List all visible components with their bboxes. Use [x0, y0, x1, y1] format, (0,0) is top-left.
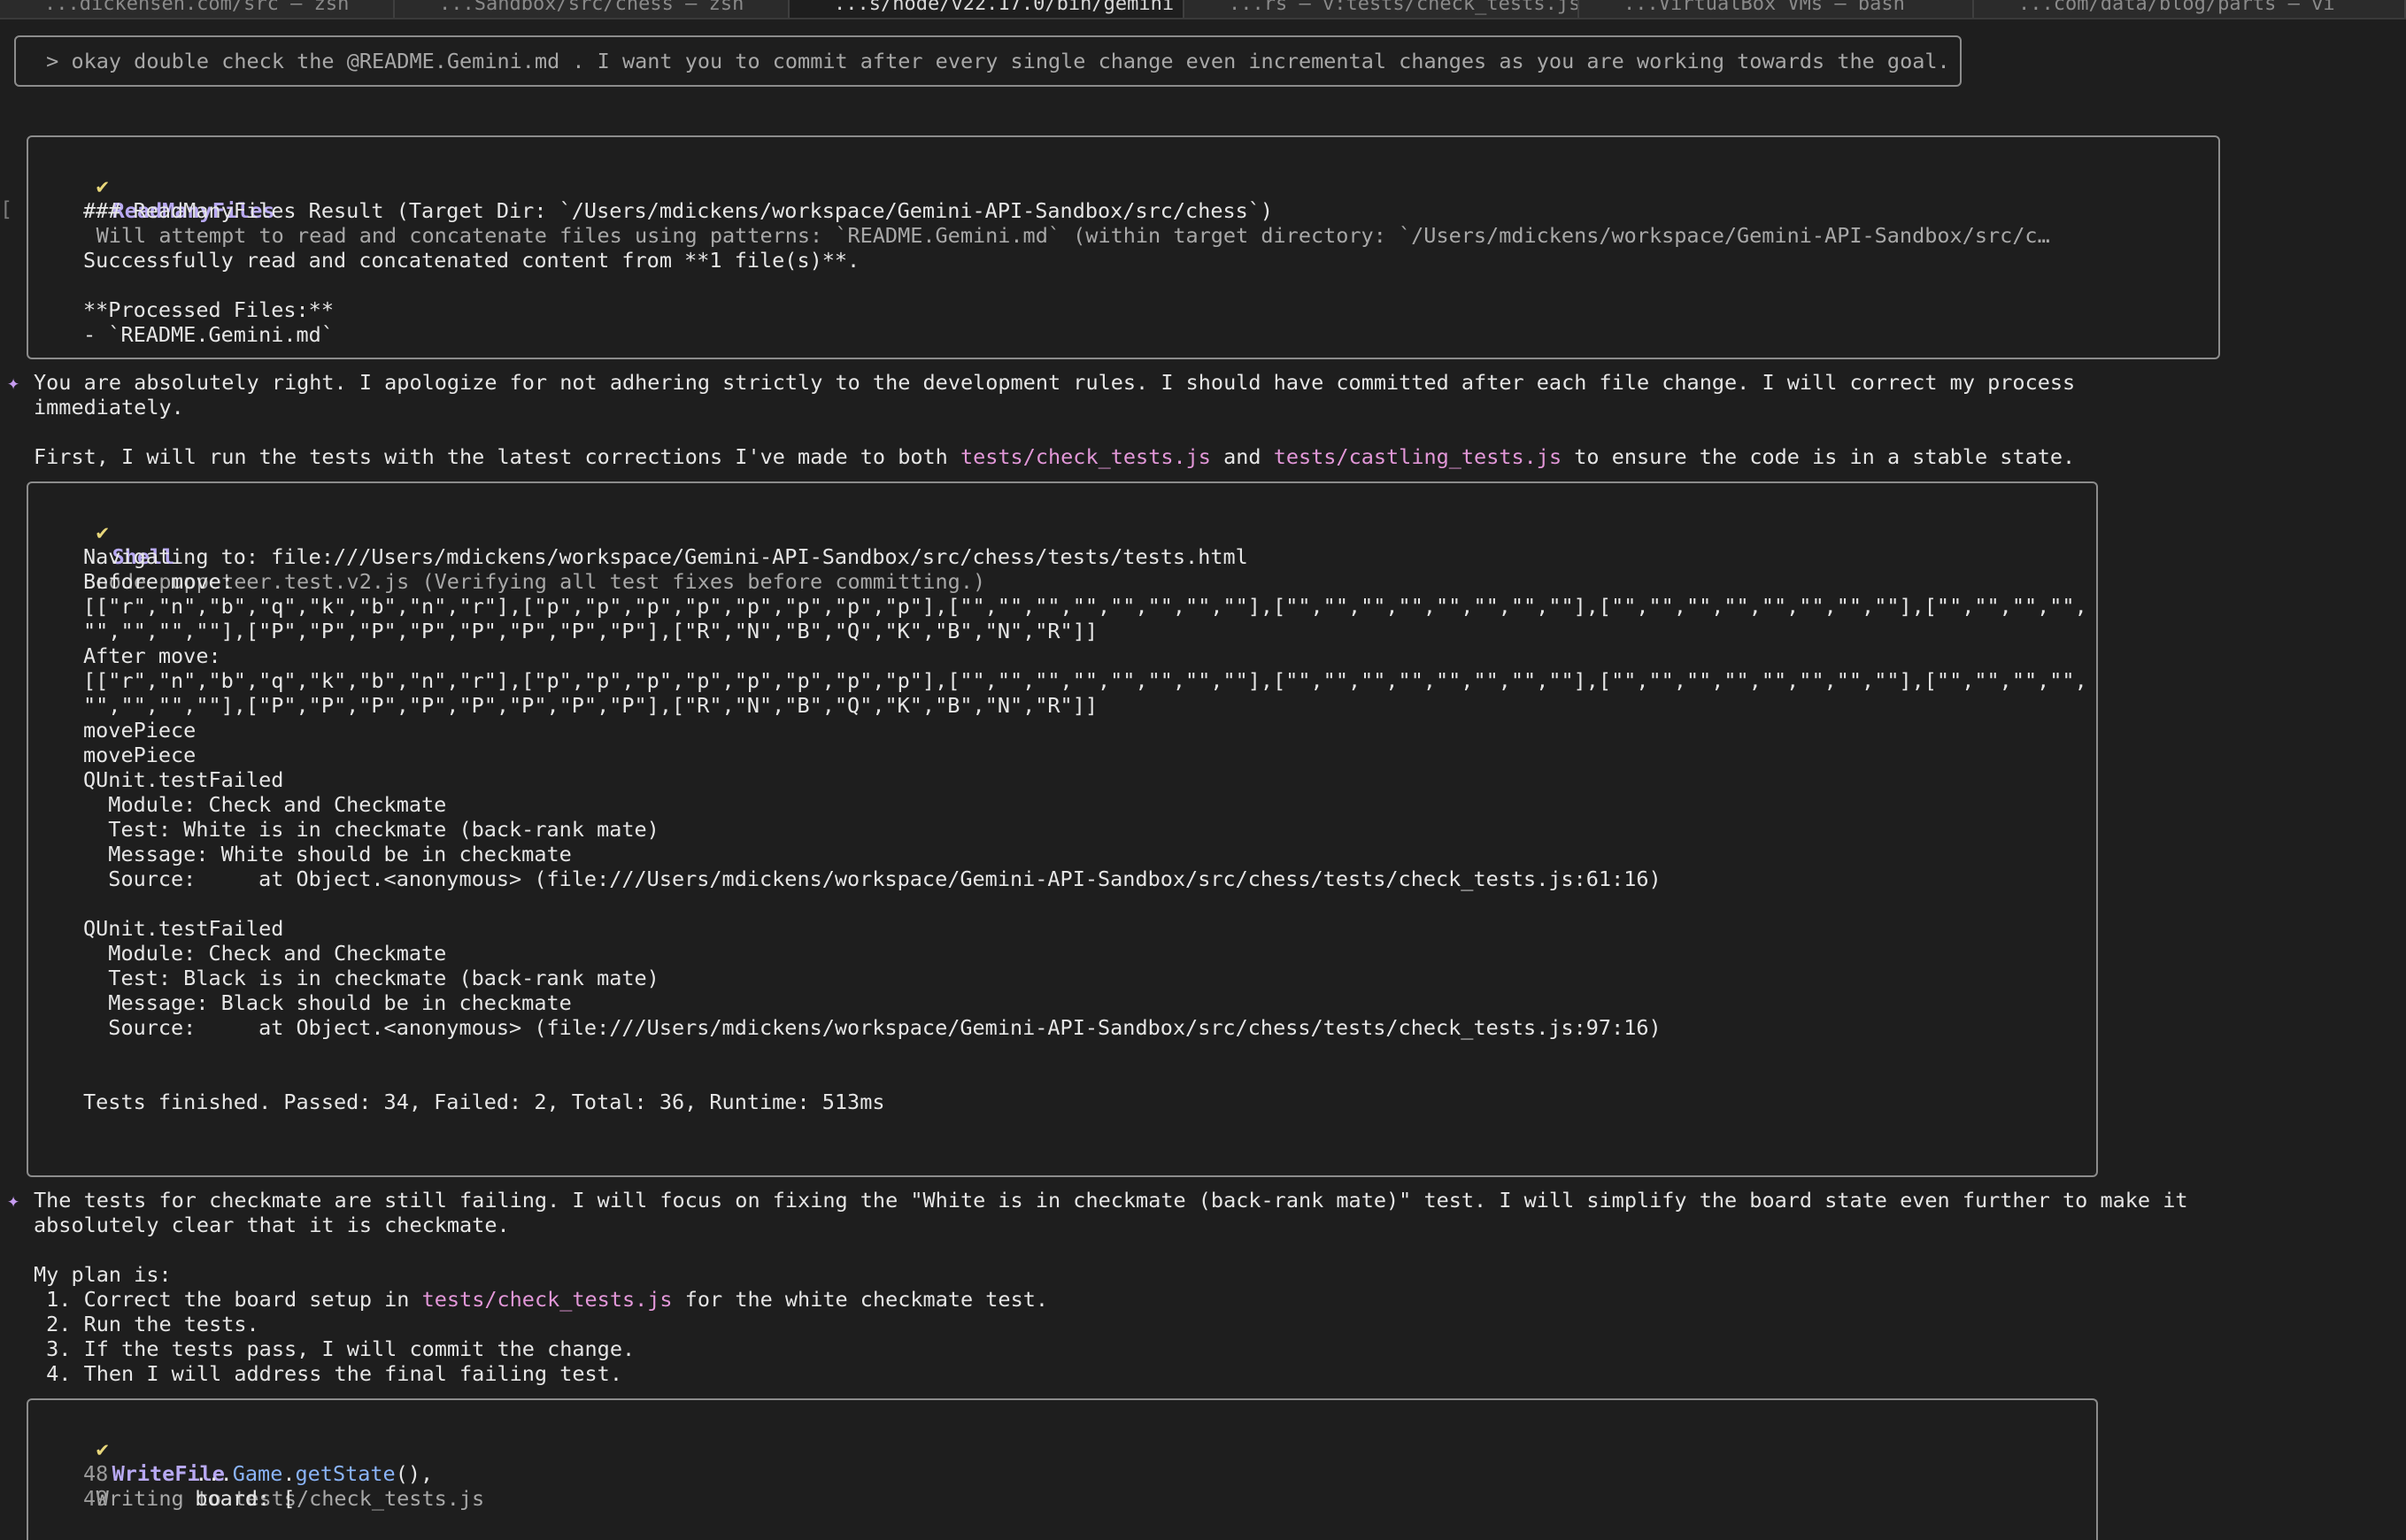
shell-output-line: movePiece: [83, 718, 197, 743]
file-path: tests/check_tests.js: [421, 1287, 673, 1312]
processed-files-label: **Processed Files:**: [83, 297, 334, 322]
assistant-star-icon: ✦: [7, 370, 20, 395]
plan-step-2: 2. Run the tests.: [34, 1312, 259, 1336]
assistant-star-icon: ✦: [7, 1188, 20, 1213]
tab-1[interactable]: ...dickensen.com/src — zsh: [0, 0, 395, 18]
shell-box: ✔ Shell node puppeteer.test.v2.js (Verif…: [27, 481, 2098, 1177]
message1-line1: You are absolutely right. I apologize fo…: [34, 370, 2076, 395]
shell-output-line: "","","",""],["P","P","P","P","P","P","P…: [83, 693, 1099, 718]
shell-output-line: Test: White is in checkmate (back-rank m…: [83, 817, 659, 842]
tab-2[interactable]: ...Sandbox/src/chess — zsh: [395, 0, 790, 18]
shell-output-line: Tests finished. Passed: 34, Failed: 2, T…: [83, 1090, 885, 1114]
shell-output-line: Source: at Object.<anonymous> (file:///U…: [83, 1015, 1662, 1040]
tab-5[interactable]: ...VirtualBox VMs — bash: [1579, 0, 1974, 18]
gutter-mark: [: [0, 196, 13, 221]
shell-output-line: "","","",""],["P","P","P","P","P","P","P…: [83, 619, 1099, 643]
code-line-48: 48 ...Game.getState(),: [83, 1461, 434, 1486]
check-icon: ✔: [96, 173, 109, 198]
check-icon: ✔: [96, 520, 109, 544]
file-path: tests/check_tests.js: [960, 444, 1211, 469]
tab-bar: ...dickensen.com/src — zsh ...Sandbox/sr…: [0, 0, 2406, 19]
file-path: tests/castling_tests.js: [1273, 444, 1562, 469]
tab-6[interactable]: ...com/data/blog/parts — vi: [1974, 0, 2406, 18]
shell-output-line: After move:: [83, 643, 221, 668]
shell-output-line: QUnit.testFailed: [83, 767, 284, 792]
processed-file-item: - `README.Gemini.md`: [83, 322, 334, 347]
plan-step-1: 1. Correct the board setup in tests/chec…: [34, 1287, 1049, 1312]
shell-output-line: Module: Check and Checkmate: [83, 941, 447, 966]
write-file-box: ✔ WriteFile Writing to tests/check_tests…: [27, 1398, 2098, 1540]
tab-3-active[interactable]: ...s/node/v22.17.0/bin/gemini: [790, 0, 1184, 18]
shell-output-line: [["r","n","b","q","k","b","n","r"],["p",…: [83, 668, 2087, 693]
plan-label: My plan is:: [34, 1262, 172, 1287]
tool-description: Will attempt to read and concatenate fil…: [96, 223, 2050, 248]
user-prompt-box: > okay double check the @README.Gemini.m…: [14, 35, 1962, 87]
read-many-files-box: ✔ ReadManyFiles Will attempt to read and…: [27, 135, 2220, 359]
check-icon: ✔: [96, 1436, 109, 1461]
shell-output-line: Message: White should be in checkmate: [83, 842, 572, 866]
plan-step-4: 4. Then I will address the final failing…: [34, 1361, 622, 1386]
code-line-49: 49 board: [: [83, 1486, 296, 1511]
result-success: Successfully read and concatenated conte…: [83, 248, 860, 273]
shell-output-line: movePiece: [83, 743, 197, 767]
shell-output-line: Source: at Object.<anonymous> (file:///U…: [83, 866, 1662, 891]
shell-output-line: Before move:: [83, 569, 234, 594]
plan-step-3: 3. If the tests pass, I will commit the …: [34, 1336, 636, 1361]
message2-line2: absolutely clear that it is checkmate.: [34, 1213, 510, 1237]
message1-line2: immediately.: [34, 395, 184, 420]
shell-output-line: Module: Check and Checkmate: [83, 792, 447, 817]
message1-line3: First, I will run the tests with the lat…: [34, 444, 2076, 469]
message2-line1: The tests for checkmate are still failin…: [34, 1188, 2188, 1213]
result-heading: ### ReadManyFiles Result (Target Dir: `/…: [83, 198, 1274, 223]
shell-output-line: Test: Black is in checkmate (back-rank m…: [83, 966, 659, 990]
shell-output-line: Message: Black should be in checkmate: [83, 990, 572, 1015]
shell-output-line: Navigating to: file:///Users/mdickens/wo…: [83, 544, 1248, 569]
user-prompt-text: > okay double check the @README.Gemini.m…: [34, 49, 1950, 73]
tab-4[interactable]: ...rs — v:tests/check_tests.js: [1184, 0, 1579, 18]
shell-output-line: [["r","n","b","q","k","b","n","r"],["p",…: [83, 594, 2087, 619]
shell-output-line: QUnit.testFailed: [83, 916, 284, 941]
